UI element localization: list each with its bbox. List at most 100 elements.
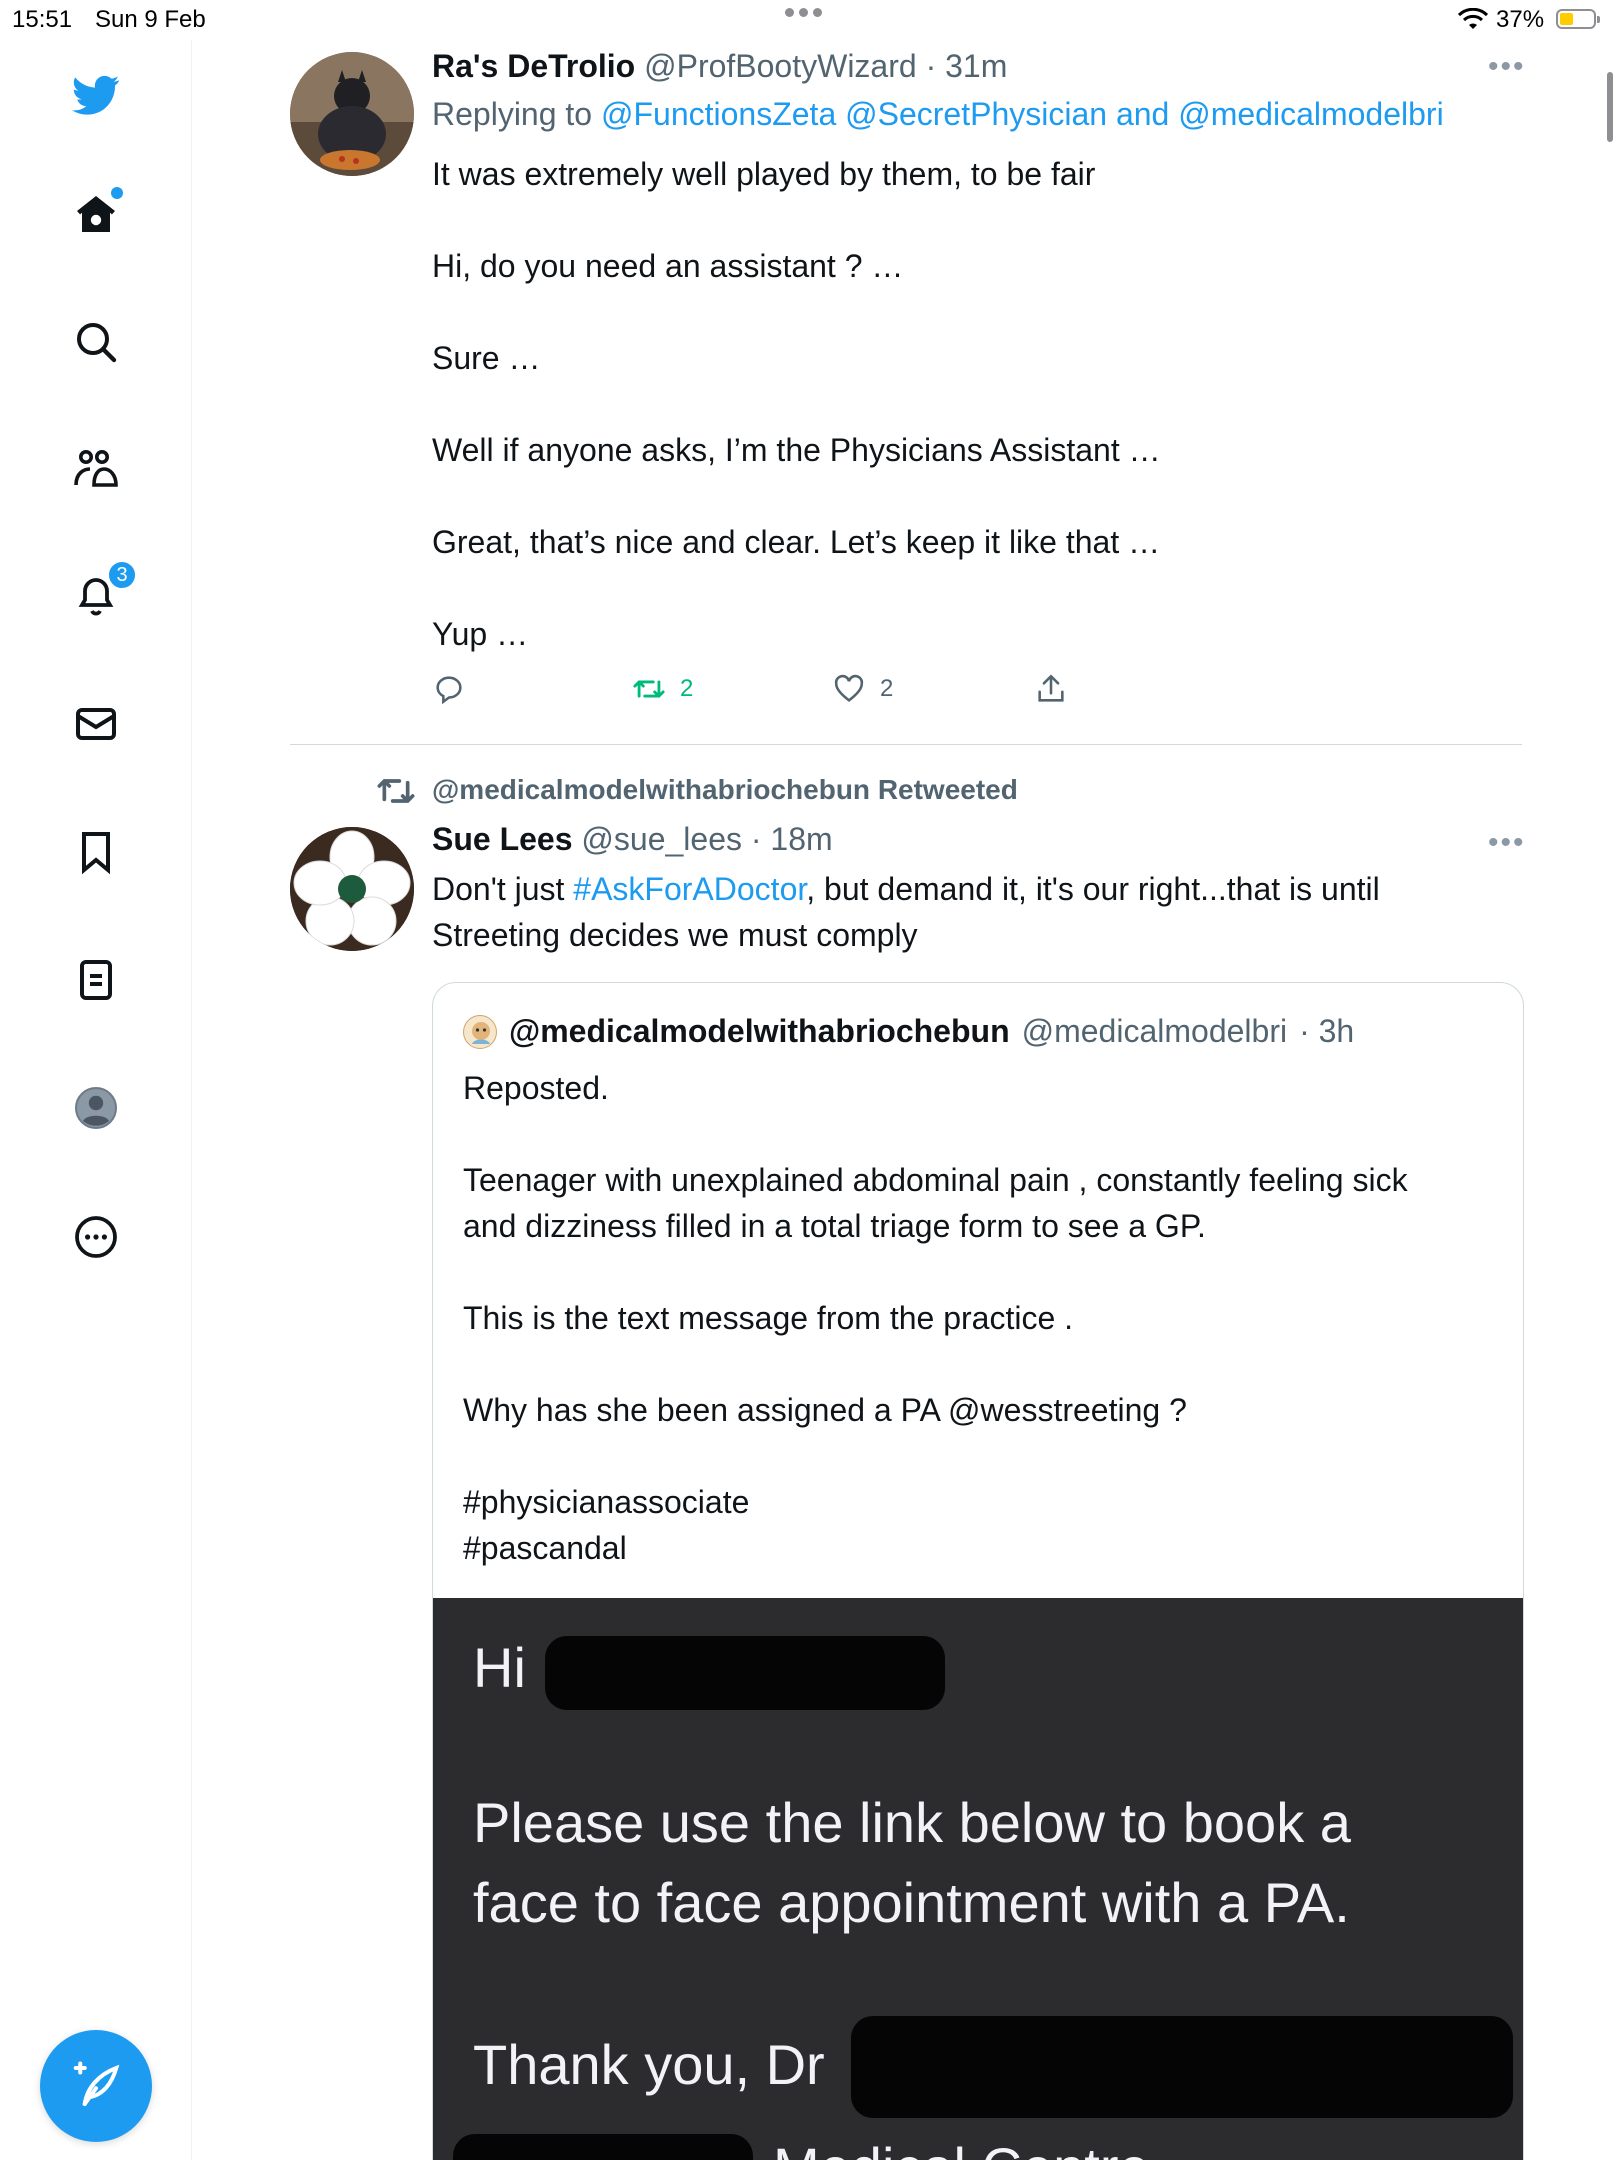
notifications-icon[interactable]: 3: [67, 560, 137, 624]
more-options-icon[interactable]: •••: [1488, 50, 1526, 84]
quoted-tweet[interactable]: @medicalmodelwithabriochebun @medicalmod…: [432, 982, 1524, 2160]
tweet-line: Why has she been assigned a PA @wesstree…: [463, 1392, 1187, 1428]
more-options-icon[interactable]: •••: [1488, 826, 1526, 860]
tweet-line: Sure …: [432, 340, 541, 376]
tweet-line: [432, 473, 1492, 519]
reply-button[interactable]: [432, 672, 466, 706]
avatar[interactable]: [290, 52, 414, 176]
tweet-line: [432, 289, 1492, 335]
retweeted-by-label[interactable]: @medicalmodelwithabriochebun Retweeted: [432, 774, 1018, 806]
tweet-line: [432, 197, 1492, 243]
tweet-line: #physicianassociate: [463, 1484, 750, 1520]
tweet-line: and dizziness filled in a total triage f…: [463, 1208, 1206, 1244]
mention-link[interactable]: @FunctionsZeta: [601, 96, 836, 132]
home-icon[interactable]: [67, 185, 125, 243]
status-date: Sun 9 Feb: [95, 6, 206, 33]
redaction-bar: [851, 2016, 1513, 2118]
compose-icon: [73, 2061, 120, 2107]
notifications-badge: 3: [107, 560, 137, 590]
quoted-tweet-text: Reposted. Teenager with unexplained abdo…: [463, 1065, 1503, 1571]
home-unread-dot: [111, 187, 123, 199]
replying-to-and: and: [1115, 96, 1170, 132]
tweet-line: Yup …: [432, 616, 529, 652]
tweet-time[interactable]: · 18m: [751, 821, 833, 857]
tweet-line: [463, 1433, 1503, 1479]
scrollbar[interactable]: [1607, 72, 1613, 142]
tweet-actions: 2 2: [432, 672, 1332, 716]
lists-icon[interactable]: [67, 951, 125, 1009]
twitter-logo-icon[interactable]: [67, 66, 125, 124]
tweet-line: Reposted.: [463, 1070, 609, 1106]
messages-icon[interactable]: [67, 695, 125, 753]
retweet-count: 2: [680, 675, 694, 702]
replying-to-label: Replying to: [432, 96, 593, 132]
display-name[interactable]: Sue Lees: [432, 821, 573, 857]
timeline: Ra's DeTrolio @ProfBootyWizard · 31m •••…: [192, 40, 1620, 2160]
wifi-icon: [1458, 8, 1488, 29]
reply-icon: [436, 676, 462, 705]
tweet-line: [463, 1111, 1503, 1157]
battery-icon: [1556, 9, 1600, 29]
tweet-time[interactable]: · 31m: [926, 48, 1008, 84]
battery-percent: 37%: [1496, 6, 1545, 33]
retweet-button[interactable]: 2: [632, 672, 693, 706]
status-time: 15:51: [12, 6, 73, 33]
tweet-text: It was extremely well played by them, to…: [432, 151, 1492, 657]
mention-link[interactable]: @SecretPhysician: [845, 96, 1107, 132]
profile-icon[interactable]: [67, 1079, 125, 1137]
tweet-line: Don't just #AskForADoctor, but demand it…: [432, 866, 1512, 912]
tweet-line: This is the text message from the practi…: [463, 1300, 1074, 1336]
status-bar: 15:51 Sun 9 Feb 37%: [0, 0, 1620, 40]
avatar: [463, 1014, 497, 1049]
tweet-time: · 3h: [1299, 1013, 1355, 1049]
image-text: face to face appointment with a PA.: [473, 1871, 1350, 1934]
quoted-tweet-header: @medicalmodelwithabriochebun @medicalmod…: [463, 1013, 1354, 1050]
redaction-bar: [545, 1636, 945, 1710]
mention-link[interactable]: @medicalmodelbri: [1178, 96, 1443, 132]
tweet-line: Hi, do you need an assistant ? …: [432, 248, 904, 284]
tweet-text-part: , but demand it, it's our right...that i…: [806, 871, 1380, 907]
communities-icon[interactable]: [67, 440, 125, 498]
tweet-line: [432, 381, 1492, 427]
tweet-line: Well if anyone asks, I’m the Physicians …: [432, 432, 1161, 468]
tweet-header: Sue Lees @sue_lees · 18m: [432, 821, 833, 858]
tweet-line: [432, 565, 1492, 611]
search-icon[interactable]: [67, 313, 125, 371]
bookmarks-icon[interactable]: [67, 823, 125, 881]
quoted-tweet-image[interactable]: Hi Please use the link below to book a f…: [433, 1598, 1523, 2160]
share-icon: [1038, 674, 1064, 702]
like-count: 2: [880, 675, 894, 702]
tweet-header: Ra's DeTrolio @ProfBootyWizard · 31m: [432, 48, 1007, 85]
retweet-icon: [377, 779, 415, 803]
tweet-line: Teenager with unexplained abdominal pain…: [463, 1162, 1408, 1198]
tweet-text-part: Don't just: [432, 871, 574, 907]
tweet-line: [463, 1249, 1503, 1295]
heart-icon: [834, 674, 864, 702]
multitasking-dots-icon[interactable]: [785, 8, 822, 17]
tweet-divider: [290, 744, 1522, 745]
display-name[interactable]: Ra's DeTrolio: [432, 48, 635, 84]
image-text: Please use the link below to book a: [473, 1791, 1351, 1854]
image-text: Medical Centre: [773, 2128, 1150, 2160]
replying-to: Replying to @FunctionsZeta @SecretPhysic…: [432, 96, 1444, 133]
retweet-icon: [633, 680, 665, 698]
tweet-line: Great, that’s nice and clear. Let’s keep…: [432, 524, 1161, 560]
redaction-bar: [453, 2134, 753, 2160]
display-name: @medicalmodelwithabriochebun: [509, 1013, 1010, 1049]
avatar[interactable]: [290, 827, 414, 951]
user-handle[interactable]: @ProfBootyWizard: [644, 48, 917, 84]
image-text: Hi: [473, 1636, 526, 1699]
more-icon[interactable]: [67, 1208, 125, 1266]
compose-button[interactable]: [40, 2030, 152, 2142]
tweet-line: Streeting decides we must comply: [432, 917, 918, 953]
hashtag-link[interactable]: #AskForADoctor: [573, 871, 806, 907]
image-text: Thank you, Dr: [473, 2033, 825, 2096]
tweet-line: [463, 1341, 1503, 1387]
tweet-line: #pascandal: [463, 1530, 627, 1566]
user-handle[interactable]: @sue_lees: [581, 821, 742, 857]
sidebar: 3: [0, 40, 192, 2160]
like-button[interactable]: 2: [832, 672, 893, 706]
share-button[interactable]: [1034, 672, 1068, 706]
tweet-text: Don't just #AskForADoctor, but demand it…: [432, 866, 1512, 958]
tweet-line: It was extremely well played by them, to…: [432, 156, 1096, 192]
